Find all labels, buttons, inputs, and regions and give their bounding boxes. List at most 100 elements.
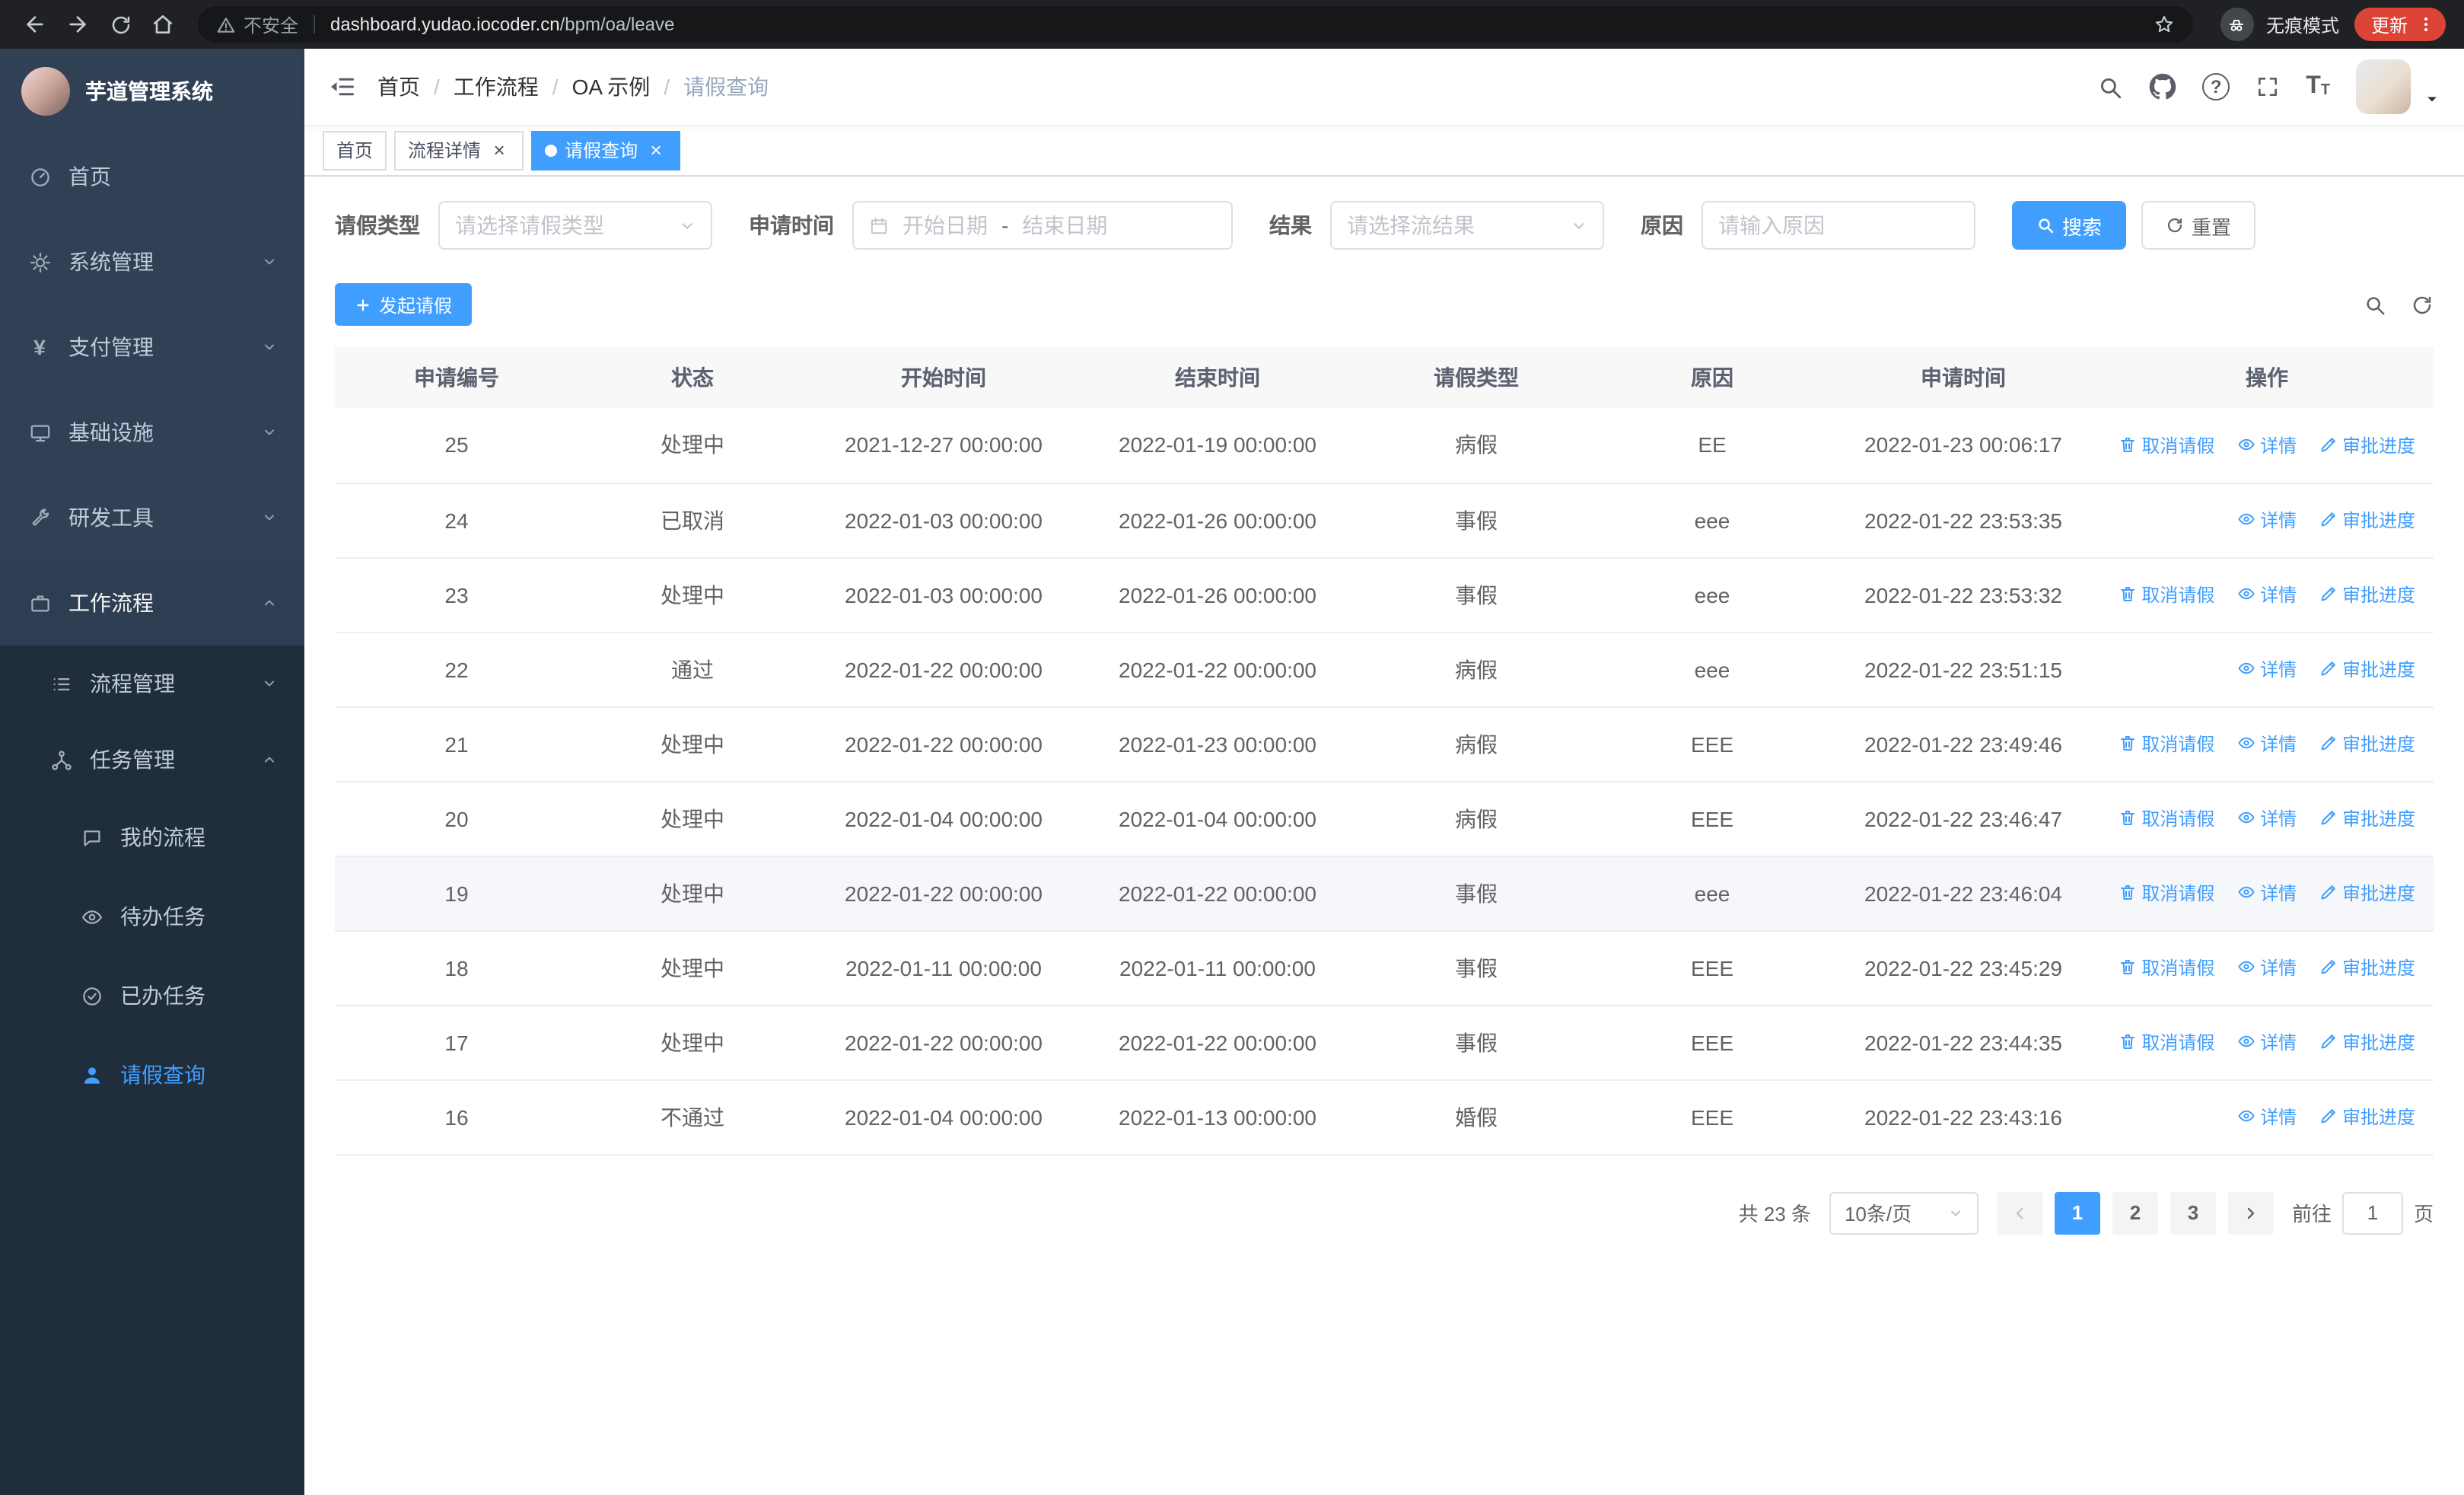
- cancel-leave-link[interactable]: 取消请假: [2119, 880, 2214, 906]
- app-logo[interactable]: 芋道管理系统: [0, 49, 304, 134]
- approval-progress-link[interactable]: 审批进度: [2319, 656, 2415, 682]
- sidebar-item-home[interactable]: 首页: [0, 134, 304, 219]
- approval-progress-link[interactable]: 审批进度: [2319, 880, 2415, 906]
- col-apply-id: 申请编号: [335, 347, 578, 408]
- github-icon[interactable]: [2149, 73, 2176, 100]
- goto-page-input[interactable]: [2341, 1191, 2403, 1234]
- sidebar-item-devtools[interactable]: 研发工具: [0, 475, 304, 560]
- sidebar-toggle-icon[interactable]: [329, 73, 356, 100]
- cancel-leave-link[interactable]: 取消请假: [2119, 955, 2214, 980]
- close-icon[interactable]: ×: [645, 139, 667, 161]
- sidebar-item-done-tasks[interactable]: 已办任务: [0, 956, 304, 1035]
- create-leave-button[interactable]: 发起请假: [335, 283, 473, 326]
- close-icon[interactable]: ×: [489, 139, 510, 161]
- page-button-3[interactable]: 3: [2170, 1191, 2216, 1234]
- address-bar[interactable]: 不安全 dashboard.yudao.iocoder.cn/bpm/oa/le…: [198, 6, 2193, 43]
- search-icon[interactable]: [2097, 74, 2123, 100]
- update-button[interactable]: 更新: [2354, 8, 2446, 41]
- cancel-leave-link[interactable]: 取消请假: [2119, 1029, 2214, 1055]
- reason-input[interactable]: [1718, 213, 1959, 237]
- cancel-leave-link[interactable]: 取消请假: [2119, 582, 2214, 607]
- table-body: 25 处理中 2021-12-27 00:00:00 2022-01-19 00…: [335, 408, 2434, 1155]
- cell-end: 2022-01-22 00:00:00: [1081, 632, 1355, 707]
- breadcrumb-separator: /: [664, 75, 670, 99]
- page-button-2[interactable]: 2: [2112, 1191, 2158, 1234]
- caret-down-icon[interactable]: [2424, 91, 2440, 107]
- breadcrumb-workflow[interactable]: 工作流程: [454, 72, 539, 102]
- detail-link[interactable]: 详情: [2237, 880, 2297, 906]
- approval-progress-link[interactable]: 审批进度: [2319, 582, 2415, 607]
- approval-progress-link[interactable]: 审批进度: [2319, 955, 2415, 980]
- chevron-down-icon: [262, 425, 277, 440]
- reload-button[interactable]: [100, 5, 140, 44]
- detail-link[interactable]: 详情: [2237, 955, 2297, 980]
- sidebar-item-leave-query[interactable]: 请假查询: [0, 1035, 304, 1114]
- detail-link[interactable]: 详情: [2237, 507, 2297, 533]
- help-icon[interactable]: ?: [2202, 73, 2230, 100]
- breadcrumb-home[interactable]: 首页: [377, 72, 420, 102]
- sidebar-item-process-management[interactable]: 流程管理: [0, 645, 304, 722]
- cell-start: 2022-01-04 00:00:00: [807, 1079, 1081, 1155]
- approval-progress-link[interactable]: 审批进度: [2319, 507, 2415, 533]
- tab-leave-query[interactable]: 请假查询 ×: [531, 130, 681, 170]
- page-size-select[interactable]: 10条/页: [1829, 1191, 1979, 1234]
- sidebar-item-system[interactable]: 系统管理: [0, 219, 304, 304]
- avatar[interactable]: [2356, 59, 2411, 114]
- next-page-button[interactable]: [2227, 1191, 2274, 1234]
- sidebar-item-infrastructure[interactable]: 基础设施: [0, 390, 304, 475]
- toggle-search-icon[interactable]: [2364, 293, 2386, 316]
- cancel-leave-link[interactable]: 取消请假: [2119, 805, 2214, 831]
- col-reason: 原因: [1598, 347, 1826, 408]
- detail-link[interactable]: 详情: [2237, 582, 2297, 607]
- leave-type-label: 请假类型: [335, 213, 420, 237]
- approval-progress-link[interactable]: 审批进度: [2319, 1104, 2415, 1130]
- approval-progress-link[interactable]: 审批进度: [2319, 805, 2415, 831]
- forward-button[interactable]: [58, 5, 97, 44]
- cell-status: 处理中: [578, 557, 807, 633]
- sidebar-item-workflow[interactable]: 工作流程: [0, 560, 304, 645]
- bookmark-star-icon[interactable]: [2154, 14, 2175, 35]
- home-button[interactable]: [143, 5, 183, 44]
- cancel-leave-link[interactable]: 取消请假: [2119, 731, 2214, 757]
- sidebar-item-todo-tasks[interactable]: 待办任务: [0, 877, 304, 956]
- search-button[interactable]: 搜索: [2012, 201, 2127, 250]
- approval-progress-link[interactable]: 审批进度: [2319, 432, 2415, 457]
- detail-link[interactable]: 详情: [2237, 1029, 2297, 1055]
- detail-link[interactable]: 详情: [2237, 731, 2297, 757]
- edit-icon: [2321, 438, 2335, 452]
- approval-progress-link[interactable]: 审批进度: [2319, 1029, 2415, 1055]
- trash-icon: [2121, 438, 2135, 452]
- date-range-picker[interactable]: 开始日期 - 结束日期: [852, 201, 1233, 250]
- refresh-icon: [2167, 218, 2182, 233]
- cell-type: 病假: [1355, 632, 1598, 707]
- cell-apply-time: 2022-01-22 23:45:29: [1826, 930, 2100, 1006]
- table-row: 25 处理中 2021-12-27 00:00:00 2022-01-19 00…: [335, 408, 2434, 483]
- security-badge[interactable]: 不安全: [216, 11, 298, 37]
- breadcrumb-oa-example[interactable]: OA 示例: [572, 72, 651, 102]
- tab-process-detail[interactable]: 流程详情 ×: [394, 130, 524, 170]
- detail-link[interactable]: 详情: [2237, 432, 2297, 457]
- detail-link[interactable]: 详情: [2237, 805, 2297, 831]
- cancel-leave-link[interactable]: 取消请假: [2119, 432, 2214, 457]
- approval-progress-link[interactable]: 审批进度: [2319, 731, 2415, 757]
- cell-status: 不通过: [578, 1079, 807, 1155]
- sidebar-item-my-process[interactable]: 我的流程: [0, 798, 304, 877]
- prev-page-button[interactable]: [1996, 1191, 2042, 1234]
- user-icon: [79, 1063, 103, 1086]
- breadcrumb-current: 请假查询: [683, 75, 769, 99]
- detail-link[interactable]: 详情: [2237, 1104, 2297, 1130]
- sidebar-item-payment[interactable]: ¥ 支付管理: [0, 304, 304, 390]
- page-button-1[interactable]: 1: [2054, 1191, 2100, 1234]
- fullscreen-icon[interactable]: [2255, 75, 2280, 99]
- result-select[interactable]: 请选择流结果: [1330, 201, 1604, 250]
- sidebar-item-task-management[interactable]: 任务管理: [0, 722, 304, 798]
- refresh-table-icon[interactable]: [2411, 293, 2434, 316]
- detail-link[interactable]: 详情: [2237, 656, 2297, 682]
- leave-type-select[interactable]: 请选择请假类型: [438, 201, 712, 250]
- back-button[interactable]: [15, 5, 55, 44]
- workflow-icon: [27, 591, 52, 614]
- font-size-icon[interactable]: TT: [2306, 74, 2330, 99]
- pagination: 共 23 条 10条/页 1 2 3 前往 1 页: [335, 1191, 2434, 1234]
- reset-button[interactable]: 重置: [2141, 201, 2256, 250]
- tab-home[interactable]: 首页: [323, 130, 387, 170]
